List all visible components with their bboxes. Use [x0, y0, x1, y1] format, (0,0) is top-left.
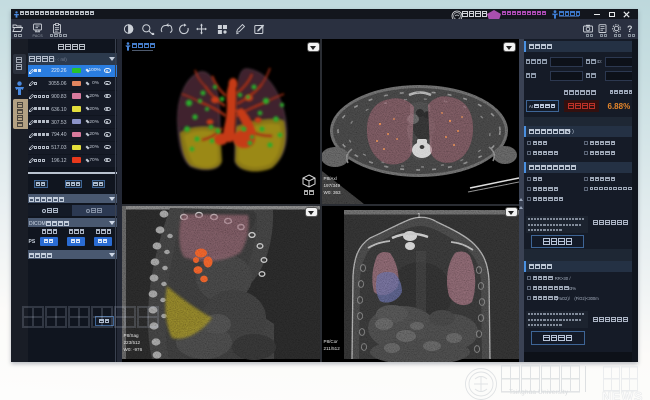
svg-text:1: 1 — [417, 213, 421, 220]
svg-text:?: ? — [627, 24, 633, 33]
